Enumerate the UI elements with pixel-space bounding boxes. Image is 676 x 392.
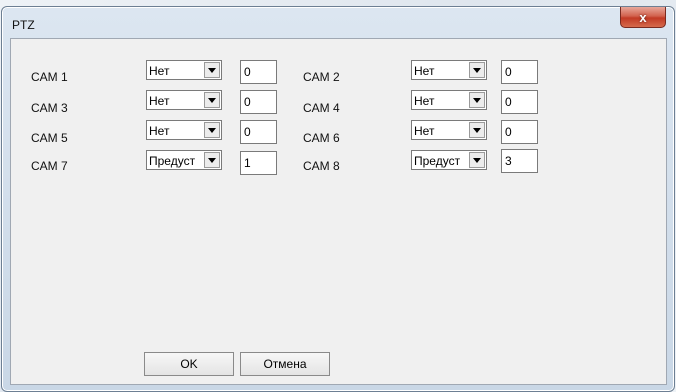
chevron-down-icon[interactable] [469, 62, 485, 78]
cam-5-value-input[interactable]: 0 [240, 120, 277, 144]
cam-7-mode-select[interactable]: Предуст [146, 150, 222, 170]
cam-5-value: 0 [244, 125, 251, 139]
cancel-button[interactable]: Отмена [240, 352, 330, 376]
cam-6-mode-value: Нет [414, 124, 435, 138]
cam-4-value: 0 [505, 95, 512, 109]
cam-8-mode-value: Предуст [414, 154, 461, 168]
cam-2-mode-value: Нет [414, 64, 435, 78]
ok-button-label: OK [180, 357, 198, 371]
cam-2-value-input[interactable]: 0 [501, 60, 538, 84]
cam-1-value-input[interactable]: 0 [240, 60, 277, 84]
cam-6-mode-select[interactable]: Нет [411, 120, 487, 140]
cam-5-mode-value: Нет [149, 124, 170, 138]
window-title: PTZ [12, 18, 35, 32]
chevron-down-icon[interactable] [204, 122, 220, 138]
cam-3-label: CAM 3 [31, 101, 68, 115]
chevron-down-icon[interactable] [204, 62, 220, 78]
cam-1-label: CAM 1 [31, 70, 68, 84]
cam-1-mode-select[interactable]: Нет [146, 60, 222, 80]
cam-1-value: 0 [244, 65, 251, 79]
cam-3-value: 0 [244, 95, 251, 109]
cam-3-mode-select[interactable]: Нет [146, 90, 222, 110]
chevron-down-icon[interactable] [204, 92, 220, 108]
dialog-client-area: CAM 1 Нет 0 CAM 2 Нет 0 CAM 3 Нет 0 CAM … [10, 38, 667, 385]
cam-2-label: CAM 2 [303, 70, 340, 84]
close-icon: x [639, 9, 647, 25]
cam-8-value-input[interactable]: 3 [501, 149, 538, 173]
title-bar[interactable]: PTZ x [2, 7, 674, 39]
cam-4-value-input[interactable]: 0 [501, 90, 538, 114]
cam-6-value: 0 [505, 125, 512, 139]
cam-3-mode-value: Нет [149, 94, 170, 108]
cam-2-value: 0 [505, 65, 512, 79]
ptz-dialog: PTZ x CAM 1 Нет 0 CAM 2 Нет 0 CAM 3 Нет … [1, 6, 675, 392]
chevron-down-icon[interactable] [469, 122, 485, 138]
cam-6-label: CAM 6 [303, 131, 340, 145]
cam-4-mode-select[interactable]: Нет [411, 90, 487, 110]
cam-2-mode-select[interactable]: Нет [411, 60, 487, 80]
cancel-button-label: Отмена [263, 357, 307, 371]
cam-4-mode-value: Нет [414, 94, 435, 108]
cam-1-mode-value: Нет [149, 64, 170, 78]
ok-button[interactable]: OK [144, 352, 234, 376]
cam-6-value-input[interactable]: 0 [501, 120, 538, 144]
cam-7-label: CAM 7 [31, 159, 68, 173]
chevron-down-icon[interactable] [204, 152, 220, 168]
cam-7-mode-value: Предуст [149, 154, 196, 168]
cam-4-label: CAM 4 [303, 101, 340, 115]
close-button[interactable]: x [620, 7, 666, 28]
cam-3-value-input[interactable]: 0 [240, 90, 277, 114]
cam-8-mode-select[interactable]: Предуст [411, 150, 487, 170]
cam-8-value: 3 [505, 154, 512, 168]
cam-7-value: 1 [244, 156, 251, 170]
chevron-down-icon[interactable] [469, 152, 485, 168]
cam-7-value-input[interactable]: 1 [240, 151, 277, 175]
cam-5-mode-select[interactable]: Нет [146, 120, 222, 140]
cam-5-label: CAM 5 [31, 131, 68, 145]
cam-8-label: CAM 8 [303, 159, 340, 173]
chevron-down-icon[interactable] [469, 92, 485, 108]
